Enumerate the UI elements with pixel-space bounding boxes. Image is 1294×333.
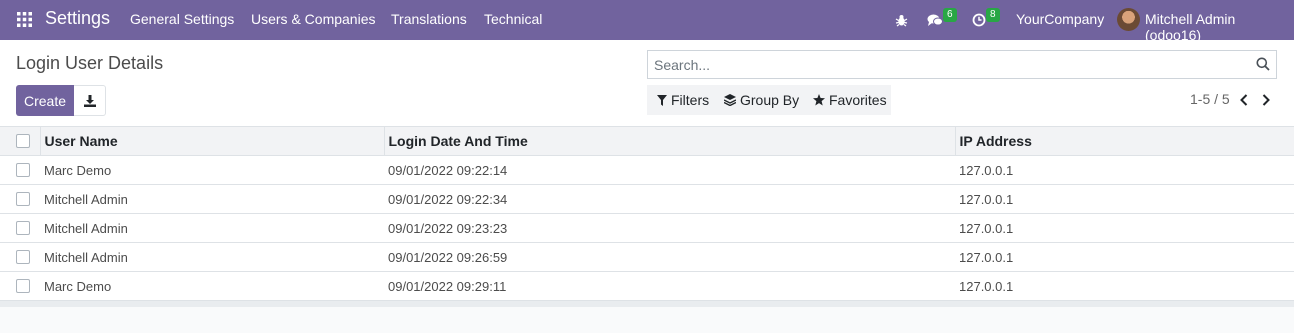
- row-checkbox[interactable]: [16, 279, 30, 293]
- cell-user-name: Mitchell Admin: [44, 191, 128, 207]
- layers-icon: [724, 94, 736, 106]
- apps-grid-icon[interactable]: [17, 12, 32, 27]
- cell-user-name: Mitchell Admin: [44, 249, 128, 265]
- row-checkbox[interactable]: [16, 163, 30, 177]
- download-button[interactable]: [74, 85, 106, 116]
- search-input[interactable]: [648, 51, 1248, 78]
- column-login-date[interactable]: Login Date And Time: [383, 126, 955, 156]
- cell-login-date: 09/01/2022 09:23:23: [388, 220, 508, 236]
- cell-user-name: Marc Demo: [44, 162, 112, 178]
- menu-technical[interactable]: Technical: [484, 11, 542, 27]
- cell-ip-address: 127.0.0.1: [959, 278, 1014, 294]
- row-select-cell: [0, 272, 40, 301]
- control-panel: Login User Details Create Filters: [0, 40, 1294, 126]
- search-icon[interactable]: [1256, 57, 1270, 71]
- row-checkbox[interactable]: [16, 221, 30, 235]
- table-footer: [0, 301, 1294, 307]
- filters-label: Filters: [671, 92, 710, 108]
- group-by-button[interactable]: Group By: [724, 85, 799, 115]
- filter-icon: [657, 94, 667, 106]
- table-row[interactable]: Mitchell Admin 09/01/2022 09:26:59 127.0…: [0, 242, 1294, 272]
- messages-count-badge: 6: [943, 8, 957, 22]
- row-select-cell: [0, 214, 40, 243]
- table-row[interactable]: Mitchell Admin 09/01/2022 09:22:34 127.0…: [0, 184, 1294, 214]
- table-row[interactable]: Marc Demo 09/01/2022 09:22:14 127.0.0.1: [0, 155, 1294, 185]
- user-menu[interactable]: Mitchell Admin (odoo16): [1145, 11, 1294, 43]
- table-header-row: User Name Login Date And Time IP Address: [0, 126, 1294, 156]
- cell-login-date: 09/01/2022 09:22:14: [388, 162, 508, 178]
- company-switcher[interactable]: YourCompany: [1016, 11, 1104, 27]
- menu-users-companies[interactable]: Users & Companies: [251, 11, 376, 27]
- table-row[interactable]: Marc Demo 09/01/2022 09:29:11 127.0.0.1: [0, 271, 1294, 301]
- column-user-name[interactable]: User Name: [39, 126, 384, 156]
- search-options: Filters Group By Favorites: [647, 85, 891, 115]
- menu-translations[interactable]: Translations: [391, 11, 467, 27]
- menu-general-settings[interactable]: General Settings: [130, 11, 234, 27]
- top-navbar: Settings General Settings Users & Compan…: [0, 0, 1294, 43]
- bug-icon[interactable]: [895, 0, 908, 40]
- chevron-right-icon[interactable]: [1261, 93, 1273, 107]
- row-checkbox[interactable]: [16, 192, 30, 206]
- activities-count-badge: 8: [986, 8, 1000, 22]
- app-name[interactable]: Settings: [45, 8, 110, 29]
- select-all-cell: [0, 127, 40, 156]
- cell-user-name: Marc Demo: [44, 278, 112, 294]
- cell-login-date: 09/01/2022 09:29:11: [388, 278, 507, 294]
- records-table: User Name Login Date And Time IP Address…: [0, 126, 1294, 301]
- cell-ip-address: 127.0.0.1: [959, 191, 1014, 207]
- row-select-cell: [0, 243, 40, 272]
- star-icon: [813, 94, 825, 106]
- column-ip-address[interactable]: IP Address: [954, 126, 1294, 156]
- clock-icon[interactable]: [972, 0, 986, 40]
- chat-icon[interactable]: [927, 0, 943, 40]
- avatar[interactable]: [1117, 8, 1140, 31]
- group-by-label: Group By: [740, 92, 800, 108]
- page-title: Login User Details: [16, 53, 164, 73]
- row-select-cell: [0, 185, 40, 214]
- cell-ip-address: 127.0.0.1: [959, 162, 1014, 178]
- cell-user-name: Mitchell Admin: [44, 220, 128, 236]
- favorites-button[interactable]: Favorites: [813, 85, 887, 115]
- cell-ip-address: 127.0.0.1: [959, 249, 1014, 265]
- favorites-label: Favorites: [829, 92, 887, 108]
- select-all-checkbox[interactable]: [16, 134, 30, 148]
- create-button[interactable]: Create: [16, 85, 74, 116]
- pager-value[interactable]: 1-5 / 5: [1190, 91, 1230, 107]
- cell-login-date: 09/01/2022 09:26:59: [388, 249, 508, 265]
- table-row[interactable]: Mitchell Admin 09/01/2022 09:23:23 127.0…: [0, 213, 1294, 243]
- filters-button[interactable]: Filters: [657, 85, 709, 115]
- row-checkbox[interactable]: [16, 250, 30, 264]
- download-icon: [83, 94, 96, 107]
- chevron-left-icon[interactable]: [1239, 93, 1251, 107]
- cell-login-date: 09/01/2022 09:22:34: [388, 191, 508, 207]
- row-select-cell: [0, 156, 40, 185]
- cell-ip-address: 127.0.0.1: [959, 220, 1014, 236]
- list-view: User Name Login Date And Time IP Address…: [0, 126, 1294, 307]
- search-box: [647, 50, 1277, 79]
